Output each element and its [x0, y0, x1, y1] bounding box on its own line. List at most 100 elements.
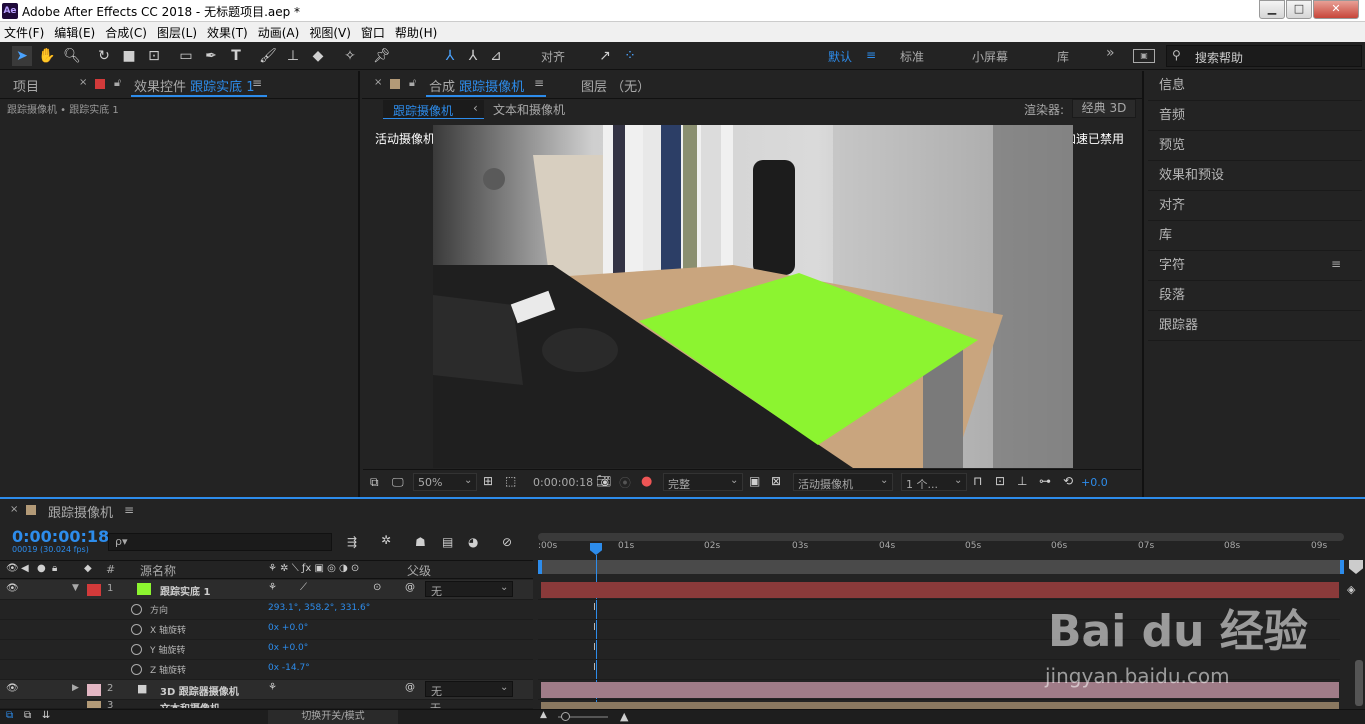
timeline-icon[interactable]: ⊥ — [1017, 474, 1027, 488]
keyframe-marker[interactable]: I — [593, 662, 596, 673]
timeline-tab[interactable]: 跟踪摄像机 — [48, 502, 113, 521]
rectangle-tool-icon[interactable]: ▭ — [176, 46, 196, 66]
panel-library[interactable]: 库 — [1148, 221, 1362, 251]
menu-view[interactable]: 视图(V) — [309, 24, 351, 41]
always-preview-icon[interactable]: ⧉ — [370, 475, 379, 490]
parent-pickwhip-icon[interactable]: @ — [405, 682, 415, 693]
panel-effects-presets[interactable]: 效果和预设 — [1148, 161, 1362, 191]
layer-name[interactable]: 跟踪实底 1 — [160, 583, 210, 598]
comp-lock-icon[interactable]: 🔓︎ — [409, 76, 416, 90]
layer-row-2[interactable]: 👁︎ ▶ 2 ■ 3D 跟踪器摄像机 ⚘ @ 无 ⌄ — [0, 680, 533, 700]
comp-marker-icon[interactable]: ◈ — [1347, 583, 1355, 596]
pen-tool-icon[interactable]: ✒ — [201, 46, 221, 66]
rotate-tool-icon[interactable]: ↻ — [94, 46, 114, 66]
property-value[interactable]: 0x -14.7° — [268, 663, 310, 673]
expand-arrow-icon[interactable]: ▼ — [72, 583, 79, 593]
quality-dropdown[interactable]: 完整 ⌄ — [663, 473, 743, 491]
workspace-more-icon[interactable]: » — [1106, 45, 1115, 61]
source-name-column[interactable]: 源名称 — [140, 562, 176, 579]
menu-animation[interactable]: 动画(A) — [258, 24, 300, 41]
stopwatch-icon[interactable] — [131, 664, 142, 675]
lock-icon[interactable]: 🔓︎ — [114, 76, 121, 90]
type-tool-icon[interactable]: T — [226, 46, 246, 66]
layer-name[interactable]: 文本和摄像机 — [160, 700, 220, 708]
timeline-timecode[interactable]: 0:00:00:18 — [12, 527, 109, 546]
stopwatch-icon[interactable] — [131, 644, 142, 655]
eraser-tool-icon[interactable]: ◆ — [308, 46, 328, 66]
keyframe-marker[interactable]: I — [593, 622, 596, 633]
close-timeline-icon[interactable]: × — [10, 504, 18, 515]
close-tab-icon[interactable]: × — [79, 77, 87, 88]
world-axis-icon[interactable]: ⅄ — [463, 46, 483, 66]
expand-arrow-icon[interactable]: ▶ — [72, 683, 79, 693]
panel-paragraph[interactable]: 段落 — [1148, 281, 1362, 311]
timeline-scrollbar[interactable] — [1355, 660, 1363, 706]
graph-editor-icon[interactable]: ⊘ — [502, 535, 512, 549]
workspace-standard[interactable]: 标准 — [900, 48, 924, 65]
zoom-tool-icon[interactable]: 🔍︎ — [62, 46, 82, 66]
expand-modes-icon[interactable]: ⧉ — [24, 710, 31, 721]
channels-icon[interactable]: ● — [641, 474, 652, 489]
tab-layer[interactable]: 图层 （无） — [581, 76, 650, 95]
transparency-grid-icon[interactable]: ▣ — [749, 474, 760, 488]
time-ruler[interactable]: :00s 01s 02s 03s 04s 05s 06s 07s 08s 09s — [538, 541, 1344, 557]
panel-audio[interactable]: 音频 — [1148, 101, 1362, 131]
layer-name[interactable]: 3D 跟踪器摄像机 — [160, 683, 239, 698]
panel-info[interactable]: 信息 — [1148, 71, 1362, 101]
selection-tool-icon[interactable]: ➤ — [12, 46, 32, 66]
workspace-library[interactable]: 库 — [1057, 48, 1069, 65]
region-of-interest-icon[interactable]: ⬚ — [505, 474, 516, 488]
composition-viewer[interactable] — [433, 125, 1073, 468]
zoom-out-icon[interactable]: ▲ — [540, 710, 547, 720]
3d-layer-switch-icon[interactable]: ⊙ — [373, 582, 381, 593]
panel-tracker[interactable]: 跟踪器 — [1148, 311, 1362, 341]
parent-pickwhip-icon[interactable]: @ — [405, 582, 415, 593]
viewer-timecode[interactable]: 0:00:00:18 — [533, 476, 593, 489]
expand-duration-icon[interactable]: ⇊ — [42, 710, 50, 721]
property-value[interactable]: 0x +0.0° — [268, 643, 308, 653]
resolution-icon[interactable]: ⊞ — [483, 474, 493, 488]
parent-dropdown[interactable]: 无 ⌄ — [425, 681, 513, 698]
tab-project[interactable]: 项目 — [13, 76, 39, 95]
toggle-pixel-aspect-icon[interactable]: ⊓ — [973, 474, 982, 488]
zoom-slider-thumb[interactable] — [561, 712, 570, 721]
snapshot-icon[interactable]: 📷︎ — [596, 474, 611, 488]
brush-tool-icon[interactable]: 🖌︎ — [258, 46, 278, 66]
layer-search-input[interactable]: ρ▾ — [108, 533, 332, 551]
help-search-box[interactable]: ⚲ 搜索帮助 — [1166, 45, 1362, 67]
menu-effect[interactable]: 效果(T) — [207, 24, 248, 41]
exposure-value[interactable]: +0.0 — [1081, 476, 1108, 489]
property-value[interactable]: 293.1°, 358.2°, 331.6° — [268, 603, 370, 613]
layer-label-color[interactable] — [87, 701, 101, 708]
sync-settings-icon[interactable]: ▣ — [1133, 49, 1155, 63]
menu-layer[interactable]: 图层(L) — [157, 24, 197, 41]
toggle-switches-modes-button[interactable]: 切换开关/模式 — [268, 710, 398, 724]
layer-row-1[interactable]: 👁︎ ▼ 1 跟踪实底 1 ⚘ ⟋ ⊙ @ 无 ⌄ — [0, 580, 533, 600]
local-axis-icon[interactable]: ⅄ — [440, 46, 460, 66]
monitor-icon[interactable]: 🖵︎ — [392, 475, 404, 490]
parent-value[interactable]: 无 — [430, 700, 441, 708]
snap-icon[interactable]: ↗ — [595, 46, 615, 66]
shy-switch-icon[interactable]: ⚘ — [268, 582, 277, 593]
timeline-menu-icon[interactable]: ≡ — [124, 503, 134, 517]
zoom-in-icon[interactable]: ▲ — [620, 710, 628, 723]
frame-blending-icon[interactable]: ▤ — [442, 535, 453, 549]
visibility-eye-icon[interactable]: 👁︎ — [6, 683, 19, 694]
work-area-bar[interactable] — [538, 533, 1344, 541]
workspace-menu-icon[interactable]: ≡ — [866, 48, 876, 62]
layer-label-color[interactable] — [87, 584, 101, 596]
puppet-pin-tool-icon[interactable]: 📌︎ — [372, 46, 392, 66]
parent-dropdown[interactable]: 无 ⌄ — [425, 581, 513, 598]
view-layout-dropdown[interactable]: 1 个... ⌄ — [901, 473, 967, 491]
renderer-selector[interactable]: 经典 3D — [1072, 99, 1136, 118]
hand-tool-icon[interactable]: ✋ — [37, 46, 57, 66]
show-snapshot-icon[interactable]: ⦿ — [619, 474, 631, 491]
comp-subtab-text-camera[interactable]: 文本和摄像机 — [493, 101, 565, 118]
motion-blur-icon[interactable]: ◕ — [468, 535, 478, 549]
panel-menu-icon[interactable]: ≡ — [252, 76, 262, 90]
close-comp-tab-icon[interactable]: × — [374, 77, 382, 88]
menu-file[interactable]: 文件(F) — [4, 24, 44, 41]
panel-align[interactable]: 对齐 — [1148, 191, 1362, 221]
workspace-small-screen[interactable]: 小屏幕 — [972, 48, 1008, 65]
zoom-dropdown[interactable]: 50% ⌄ — [413, 473, 477, 491]
